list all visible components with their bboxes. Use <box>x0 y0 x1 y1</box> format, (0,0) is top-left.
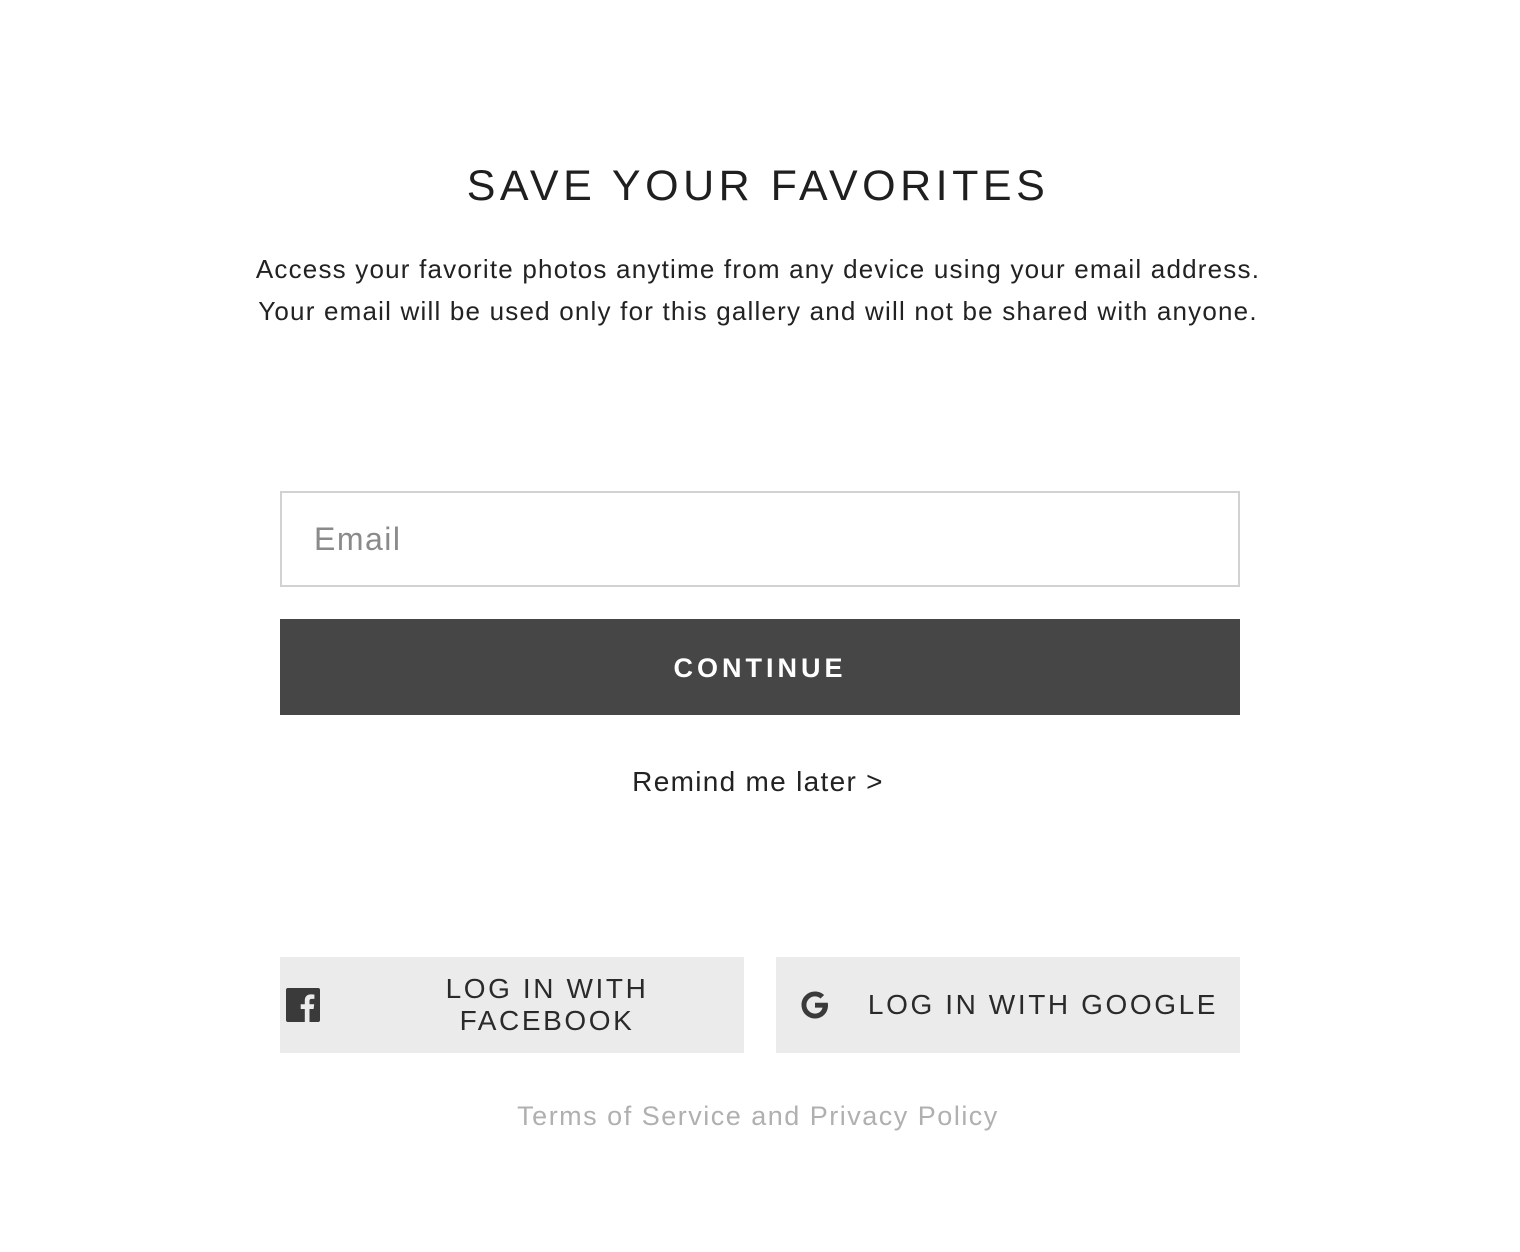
description: Access your favorite photos anytime from… <box>0 248 1516 332</box>
facebook-login-label: LOG IN WITH FACEBOOK <box>445 973 649 1036</box>
terms-privacy-link[interactable]: Terms of Service and Privacy Policy <box>0 1096 1516 1136</box>
google-login-button[interactable]: LOG IN WITH GOOGLE <box>776 957 1240 1053</box>
google-icon <box>798 988 832 1022</box>
google-login-label: LOG IN WITH GOOGLE <box>867 989 1219 1020</box>
continue-button[interactable]: CONTINUE <box>280 619 1240 715</box>
email-field[interactable] <box>280 491 1240 587</box>
remind-me-later-link[interactable]: Remind me later > <box>0 762 1516 802</box>
page-title: SAVE YOUR FAVORITES <box>466 162 1050 210</box>
facebook-login-button[interactable]: LOG IN WITH FACEBOOK <box>280 957 744 1053</box>
facebook-icon <box>286 988 320 1022</box>
description-line-1: Access your favorite photos anytime from… <box>255 254 1261 284</box>
favorites-dialog: SAVE YOUR FAVORITES Access your favorite… <box>0 0 1520 1252</box>
description-line-2: Your email will be used only for this ga… <box>258 296 1258 326</box>
